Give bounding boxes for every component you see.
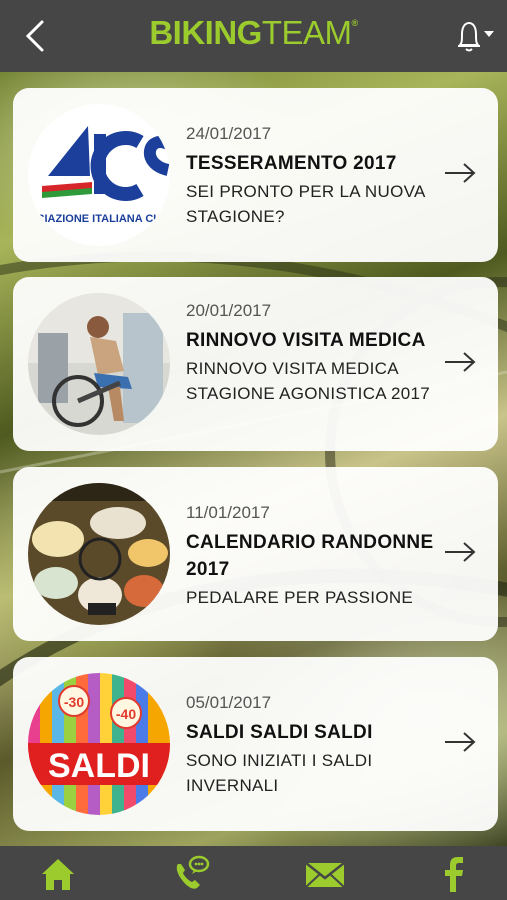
news-subtitle: SEI PRONTO PER LA NUOVA STAGIONE?	[186, 182, 425, 226]
news-subtitle: PEDALARE PER PASSIONE	[186, 588, 414, 607]
news-date: 05/01/2017	[186, 693, 272, 712]
news-card[interactable]: -30 -40 SALDI 05/01/2017 SALDI SALDI SAL…	[13, 657, 498, 831]
top-bar: BIKINGTEAM®	[0, 0, 507, 72]
arrow-right-icon[interactable]	[444, 541, 476, 563]
app-logo: BIKINGTEAM®	[149, 14, 358, 51]
news-thumbnail-aics-logo: OCIAZIONE ITALIANA CULTUR	[28, 104, 170, 246]
thumbnail-caption: OCIAZIONE ITALIANA CULTUR	[28, 213, 170, 225]
news-title: RINNOVO VISITA MEDICA	[186, 330, 426, 351]
discount-label: -30	[64, 694, 84, 710]
discount-label: -40	[116, 706, 136, 722]
news-date: 24/01/2017	[186, 124, 272, 143]
news-title: SALDI SALDI SALDI	[186, 722, 373, 743]
news-title: CALENDARIO RANDONNE 2017	[186, 532, 434, 580]
news-subtitle: SONO INIZIATI I SALDI INVERNALI	[186, 751, 373, 795]
arrow-right-icon[interactable]	[444, 731, 476, 753]
news-date: 11/01/2017	[186, 503, 270, 522]
bell-icon[interactable]	[450, 18, 498, 54]
news-thumbnail-sale-graphic: -30 -40 SALDI	[28, 673, 170, 815]
news-subtitle: RINNOVO VISITA MEDICA STAGIONE AGONISTIC…	[186, 359, 431, 403]
mail-icon[interactable]	[303, 854, 347, 894]
news-card[interactable]: 11/01/2017 CALENDARIO RANDONNE 2017 PEDA…	[13, 467, 498, 641]
news-card[interactable]: 20/01/2017 RINNOVO VISITA MEDICA RINNOVO…	[13, 277, 498, 451]
news-date: 20/01/2017	[186, 301, 272, 320]
phone-chat-icon[interactable]	[170, 854, 210, 894]
sale-label: SALDI	[48, 747, 150, 785]
news-card[interactable]: OCIAZIONE ITALIANA CULTUR 24/01/2017 TES…	[13, 88, 498, 262]
news-title: TESSERAMENTO 2017	[186, 153, 397, 174]
news-thumbnail-calendar-collage	[28, 483, 170, 625]
arrow-right-icon[interactable]	[444, 351, 476, 373]
facebook-icon[interactable]	[434, 854, 474, 894]
arrow-right-icon[interactable]	[444, 162, 476, 184]
bottom-tab-bar	[0, 846, 507, 900]
news-thumbnail-cyclist-photo	[28, 293, 170, 435]
home-icon[interactable]	[38, 854, 78, 894]
